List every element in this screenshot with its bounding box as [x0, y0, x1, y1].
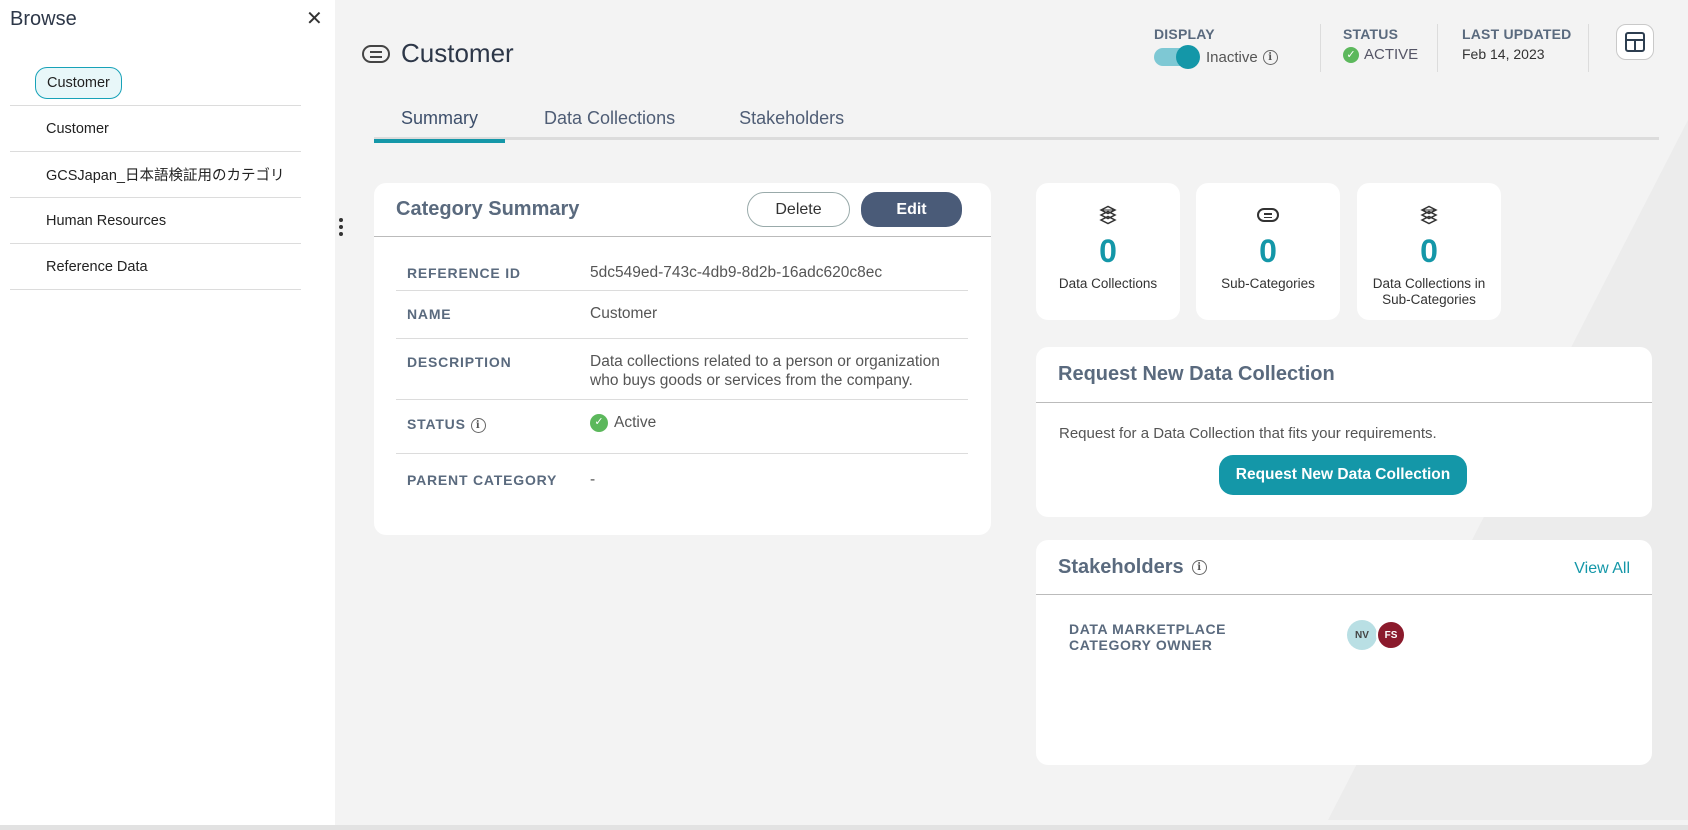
divider — [1437, 24, 1438, 72]
view-all-link[interactable]: View All — [1574, 560, 1630, 578]
sidebar-item-label: Human Resources — [46, 212, 167, 229]
stat-label: Data Collections in Sub-Categories — [1372, 276, 1486, 307]
sidebar-item-label: Customer — [46, 120, 109, 137]
tab-summary[interactable]: Summary — [374, 100, 506, 143]
edit-button[interactable]: Edit — [861, 192, 962, 227]
detail-row-reference-id: REFERENCE ID 5dc549ed-743c-4db9-8d2b-16a… — [396, 253, 968, 291]
browse-sidebar: Browse ✕ Customer Customer GCSJapan_日本語検… — [0, 0, 335, 825]
display-state: Inactive — [1206, 48, 1258, 66]
category-icon — [362, 44, 390, 63]
last-updated-value: Feb 14, 2023 — [1462, 46, 1545, 62]
detail-label: PARENT CATEGORY — [407, 472, 558, 488]
card-title: Stakeholders — [1058, 555, 1184, 578]
detail-value: Data collections related to a person or … — [590, 353, 940, 389]
stat-label: Sub-Categories — [1221, 276, 1315, 291]
sidebar-item-customer[interactable]: Customer — [10, 106, 301, 152]
category-summary-card: Category Summary Delete Edit REFERENCE I… — [374, 183, 991, 535]
sidebar-item-label: Customer — [35, 66, 122, 99]
sidebar-title: Browse — [10, 8, 77, 30]
stakeholders-card: Stakeholders i View All DATA MARKETPLACE… — [1036, 540, 1652, 765]
check-circle-icon: ✓ — [590, 413, 608, 432]
info-icon[interactable]: i — [1191, 559, 1207, 575]
request-description: Request for a Data Collection that fits … — [1059, 425, 1437, 442]
status-label: STATUS — [1343, 26, 1399, 42]
divider — [1588, 24, 1589, 72]
stat-value: 0 — [1420, 233, 1438, 269]
tab-data-collections[interactable]: Data Collections — [517, 100, 702, 140]
last-updated-label: LAST UPDATED — [1462, 26, 1572, 42]
sidebar-item-gcsjapan[interactable]: GCSJapan_日本語検証用のカテゴリ — [10, 152, 301, 198]
stat-data-collections-in-sub-categories[interactable]: 0 Data Collections in Sub-Categories — [1357, 183, 1501, 320]
layout-icon — [1625, 32, 1645, 52]
stat-value: 0 — [1099, 233, 1117, 269]
info-icon[interactable]: i — [470, 417, 486, 433]
display-label: DISPLAY — [1154, 26, 1215, 42]
info-icon[interactable]: i — [1262, 49, 1278, 65]
delete-button[interactable]: Delete — [747, 192, 850, 227]
detail-row-description: DESCRIPTION Data collections related to … — [396, 339, 968, 400]
card-title: Category Summary — [396, 198, 580, 220]
layout-toggle-button[interactable] — [1616, 24, 1654, 60]
status-section: STATUS ✓ ACTIVE — [1343, 26, 1418, 63]
detail-label-text: STATUS — [407, 416, 466, 432]
sidebar-item-human-resources[interactable]: Human Resources — [10, 198, 301, 244]
tab-bar: Summary Data Collections Stakeholders — [374, 100, 1659, 143]
sidebar-list: Customer Customer GCSJapan_日本語検証用のカテゴリ H… — [10, 60, 301, 290]
check-circle-icon: ✓ — [1343, 46, 1359, 63]
sidebar-item-label: Reference Data — [46, 258, 148, 275]
stat-value: 0 — [1259, 233, 1277, 269]
request-data-collection-card: Request New Data Collection Request for … — [1036, 347, 1652, 517]
detail-value: ✓ Active — [590, 413, 656, 432]
stat-sub-categories[interactable]: 0 Sub-Categories — [1196, 183, 1340, 320]
detail-label: REFERENCE ID — [407, 265, 521, 281]
layers-icon — [1420, 205, 1438, 225]
status-text: Active — [614, 414, 657, 431]
divider — [1320, 24, 1321, 72]
avatar[interactable]: NV — [1347, 620, 1377, 650]
detail-value: Customer — [590, 305, 658, 322]
display-toggle[interactable] — [1154, 45, 1200, 69]
detail-row-status: STATUS i ✓ Active — [396, 400, 968, 454]
close-icon[interactable]: ✕ — [306, 8, 323, 30]
detail-row-name: NAME Customer — [396, 291, 968, 339]
detail-label: STATUS i — [407, 416, 486, 433]
page-header: Customer — [362, 38, 514, 69]
detail-value: - — [590, 471, 596, 488]
last-updated-section: LAST UPDATED Feb 14, 2023 — [1462, 26, 1571, 62]
sidebar-item-customer-selected[interactable]: Customer — [10, 60, 301, 106]
detail-value: 5dc549ed-743c-4db9-8d2b-16adc620c8ec — [590, 264, 883, 281]
status-value: ACTIVE — [1364, 46, 1419, 63]
sidebar-resize-handle[interactable] — [338, 218, 344, 236]
tab-stakeholders[interactable]: Stakeholders — [712, 100, 871, 140]
stat-data-collections[interactable]: 0 Data Collections — [1036, 183, 1180, 320]
sidebar-item-label: GCSJapan_日本語検証用のカテゴリ — [46, 168, 285, 184]
avatar[interactable]: FS — [1376, 620, 1406, 650]
display-section: DISPLAY Inactive i — [1154, 26, 1278, 69]
detail-label: DESCRIPTION — [407, 354, 512, 370]
category-icon — [1257, 208, 1279, 222]
stakeholder-role: DATA MARKETPLACE CATEGORY OWNER — [1069, 621, 1227, 653]
request-new-data-collection-button[interactable]: Request New Data Collection — [1219, 455, 1467, 495]
page-title: Customer — [401, 38, 514, 68]
horizontal-scrollbar[interactable] — [0, 825, 1688, 830]
detail-row-parent-category: PARENT CATEGORY - — [396, 454, 968, 502]
sidebar-item-reference-data[interactable]: Reference Data — [10, 244, 301, 290]
stat-label: Data Collections — [1058, 276, 1158, 291]
layers-icon — [1099, 205, 1117, 225]
card-title: Request New Data Collection — [1058, 363, 1335, 385]
detail-label: NAME — [407, 306, 452, 322]
